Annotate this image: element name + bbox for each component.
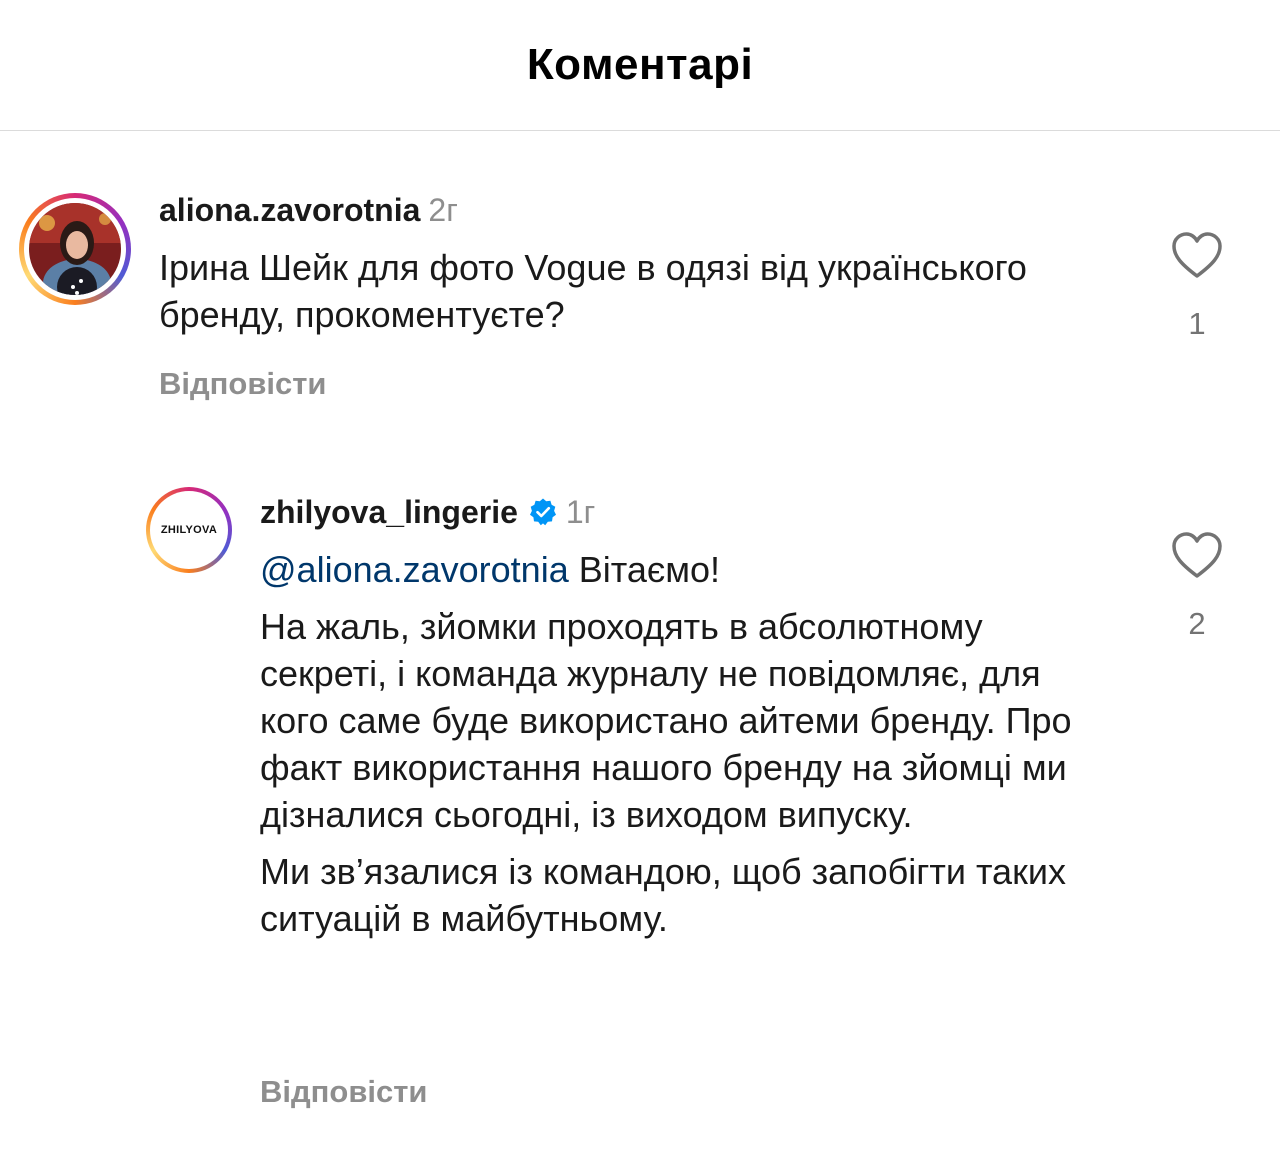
verified-badge-icon	[528, 497, 558, 535]
timestamp: 1г	[565, 494, 596, 530]
heart-outline-icon	[1172, 232, 1222, 278]
comment-text: Ірина Шейк для фото Vogue в одязі від ук…	[159, 247, 1027, 335]
comment-text: @aliona.zavorotnia Вітаємо! На жаль, зйо…	[260, 549, 1072, 939]
reply-button[interactable]: Відповісти	[159, 366, 327, 402]
username-link[interactable]: aliona.zavorotnia	[159, 192, 420, 228]
username-link[interactable]: zhilyova_lingerie	[260, 494, 518, 530]
comment-header: aliona.zavorotnia 2г	[159, 192, 458, 229]
reply-button[interactable]: Відповісти	[260, 1074, 428, 1110]
like-count: 1	[1188, 306, 1206, 341]
avatar-photo	[29, 203, 121, 295]
avatar[interactable]: ZHILYOVA	[146, 487, 232, 573]
page-title: Коментарі	[526, 40, 754, 89]
like-button[interactable]	[1171, 232, 1223, 280]
mention-link[interactable]: @aliona.zavorotnia	[260, 549, 569, 590]
header: Коментарі	[0, 0, 1280, 131]
brand-logo: ZHILYOVA	[160, 524, 218, 536]
like-button[interactable]	[1171, 532, 1223, 580]
avatar[interactable]	[19, 193, 131, 305]
comment-header: zhilyova_lingerie 1г	[260, 494, 595, 535]
like-count: 2	[1188, 606, 1206, 641]
heart-outline-icon	[1172, 532, 1222, 578]
timestamp: 2г	[428, 192, 458, 228]
